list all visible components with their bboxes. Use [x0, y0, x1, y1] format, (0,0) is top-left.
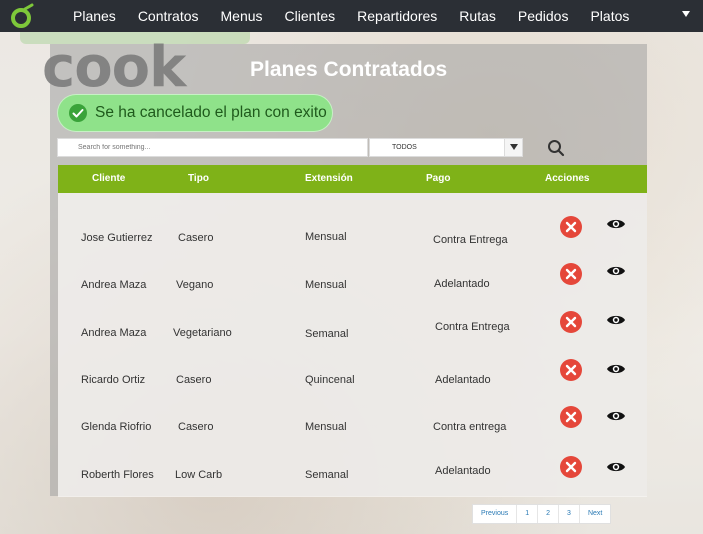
brand-logo-icon[interactable]	[10, 3, 36, 29]
eye-icon[interactable]	[606, 263, 626, 279]
close-circle-icon[interactable]	[559, 310, 583, 334]
check-circle-icon	[69, 104, 87, 122]
nav-item-rutas[interactable]: Rutas	[459, 8, 496, 24]
nav-item-planes[interactable]: Planes	[73, 8, 116, 24]
nav-item-menus[interactable]: Menus	[221, 8, 263, 24]
type-filter-select[interactable]: TODOS	[369, 138, 523, 157]
cell-tipo: Casero	[178, 232, 214, 244]
cell-extension: Mensual	[305, 421, 347, 433]
cell-cliente: Roberth Flores	[81, 469, 154, 481]
success-toast: Se ha cancelado el plan con exito	[57, 94, 333, 132]
chevron-down-icon[interactable]	[681, 9, 691, 19]
nav-item-pedidos[interactable]: Pedidos	[518, 8, 569, 24]
pagination-page-1[interactable]: 1	[517, 505, 539, 523]
close-circle-icon[interactable]	[559, 262, 583, 286]
cell-cliente: Andrea Maza	[81, 279, 147, 291]
toast-message: Se ha cancelado el plan con exito	[95, 104, 327, 121]
cell-extension: Quincenal	[305, 374, 355, 386]
eye-icon[interactable]	[606, 312, 626, 328]
table-header: Cliente Tipo Extensión Pago Acciones	[58, 165, 647, 193]
cell-extension: Mensual	[305, 231, 347, 243]
eye-icon[interactable]	[606, 216, 626, 232]
cell-pago: Contra entrega	[433, 421, 507, 433]
pagination-previous[interactable]: Previous	[473, 505, 518, 523]
pagination-page-2[interactable]: 2	[538, 505, 560, 523]
cell-cliente: Andrea Maza	[81, 327, 147, 339]
nav-item-clientes[interactable]: Clientes	[285, 8, 336, 24]
header-acciones: Acciones	[545, 173, 590, 184]
close-circle-icon[interactable]	[559, 405, 583, 429]
cell-extension: Mensual	[305, 279, 347, 291]
cell-cliente: Glenda Riofrio	[81, 421, 152, 433]
cell-pago: Adelantado	[434, 278, 490, 290]
cell-pago: Contra Entrega	[435, 321, 510, 333]
nav-item-repartidores[interactable]: Repartidores	[357, 8, 437, 24]
page-title: Planes Contratados	[250, 58, 448, 81]
table-row: Ricardo Ortiz Casero Quincenal Adelantad…	[58, 358, 647, 405]
header-cliente[interactable]: Cliente	[92, 173, 125, 184]
cell-extension: Semanal	[305, 469, 349, 481]
table-row: Roberth Flores Low Carb Semanal Adelanta…	[58, 452, 647, 499]
cell-pago: Contra Entrega	[433, 234, 508, 246]
cell-pago: Adelantado	[435, 465, 491, 477]
nav-item-platos[interactable]: Platos	[590, 8, 629, 24]
pagination: Previous 1 2 3 Next	[472, 504, 612, 524]
cell-tipo: Casero	[178, 421, 214, 433]
chevron-down-icon	[510, 144, 518, 150]
cell-cliente: Ricardo Ortiz	[81, 374, 146, 386]
plans-table-body: Jose Gutierrez Casero Mensual Contra Ent…	[58, 193, 647, 497]
cell-tipo: Vegetariano	[173, 327, 232, 339]
pagination-next[interactable]: Next	[580, 505, 610, 523]
eye-icon[interactable]	[606, 459, 626, 475]
search-input[interactable]	[57, 138, 368, 157]
search-icon[interactable]	[546, 138, 566, 158]
cell-cliente: Jose Gutierrez	[81, 232, 153, 244]
cell-tipo: Casero	[176, 374, 212, 386]
header-tipo[interactable]: Tipo	[188, 173, 209, 184]
nav-item-contratos[interactable]: Contratos	[138, 8, 199, 24]
table-row: Jose Gutierrez Casero Mensual Contra Ent…	[58, 215, 647, 262]
close-circle-icon[interactable]	[559, 358, 583, 382]
cell-extension: Semanal	[305, 328, 349, 340]
top-navbar: Planes Contratos Menus Clientes Repartid…	[0, 0, 703, 32]
nav-menu: Planes Contratos Menus Clientes Repartid…	[62, 0, 640, 32]
cell-tipo: Vegano	[176, 279, 214, 291]
table-row: Andrea Maza Vegetariano Semanal Contra E…	[58, 309, 647, 356]
table-row: Glenda Riofrio Casero Mensual Contra ent…	[58, 405, 647, 452]
header-pago[interactable]: Pago	[426, 173, 450, 184]
logo-text: cook	[42, 35, 186, 100]
header-extension[interactable]: Extensión	[305, 173, 353, 184]
table-row: Andrea Maza Vegano Mensual Adelantado	[58, 262, 647, 309]
select-value: TODOS	[392, 144, 417, 151]
eye-icon[interactable]	[606, 408, 626, 424]
pagination-page-3[interactable]: 3	[559, 505, 580, 523]
close-circle-icon[interactable]	[559, 455, 583, 479]
select-arrow[interactable]	[504, 139, 522, 156]
close-circle-icon[interactable]	[559, 215, 583, 239]
cell-tipo: Low Carb	[175, 469, 223, 481]
eye-icon[interactable]	[606, 361, 626, 377]
cell-pago: Adelantado	[435, 374, 491, 386]
